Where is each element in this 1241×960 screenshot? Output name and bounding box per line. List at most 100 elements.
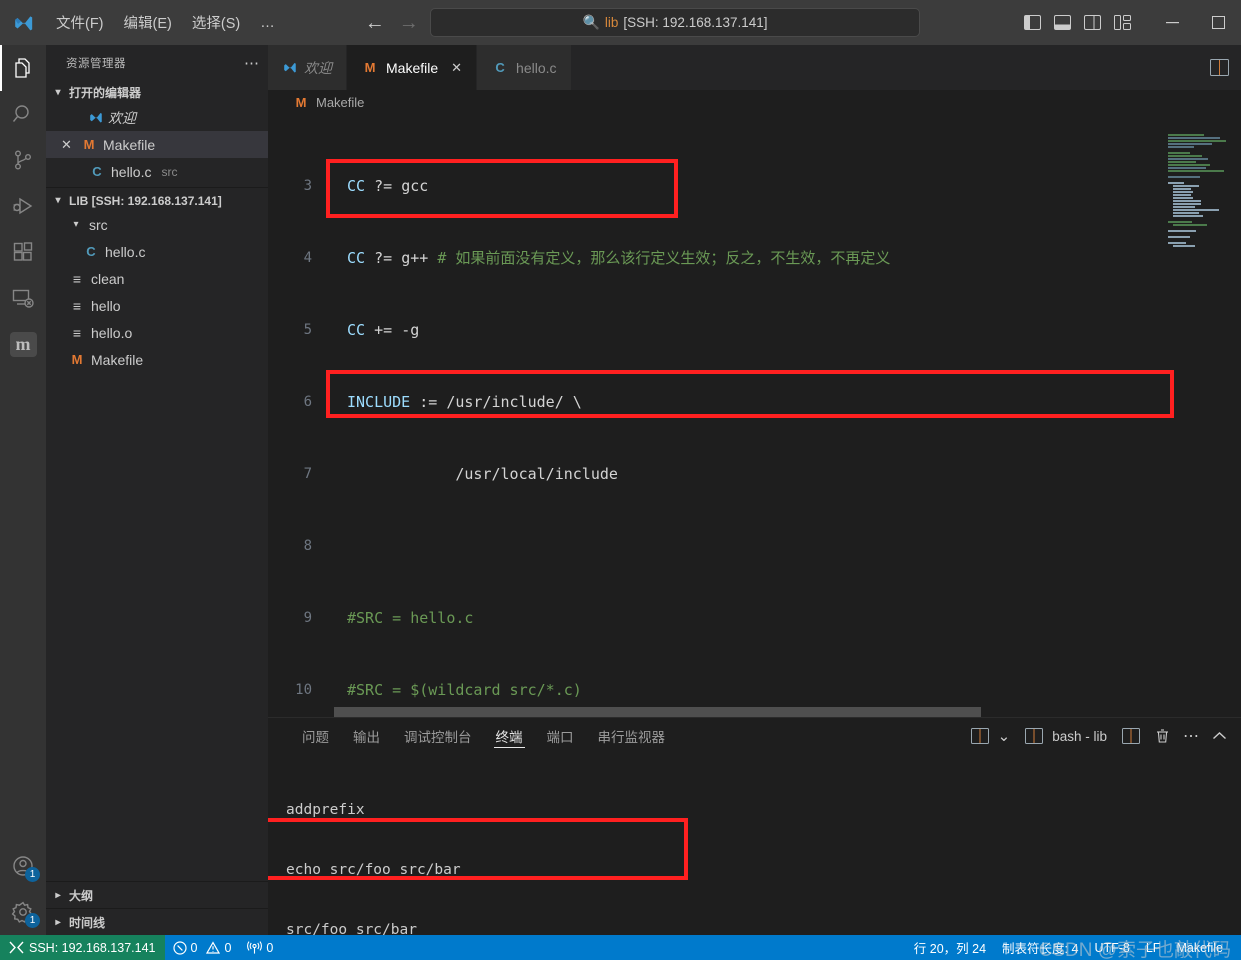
status-eol[interactable]: LF xyxy=(1138,935,1169,960)
navigation-arrows: ← → xyxy=(365,13,419,33)
toggle-primary-sidebar-icon[interactable] xyxy=(1024,15,1041,30)
activity-item-extensions[interactable] xyxy=(0,229,46,275)
panel-actions: ⌄ bash - lib ⋯ xyxy=(970,726,1241,746)
menu-file[interactable]: 文件(F) xyxy=(46,8,114,37)
tab-close-icon[interactable]: ✕ xyxy=(451,60,462,76)
bottom-panel: 问题 输出 调试控制台 终端 端口 串行监视器 ⌄ bash - lib ⋯ a… xyxy=(268,717,1241,935)
status-language-mode[interactable]: Makefile xyxy=(1168,935,1231,960)
code-editor[interactable]: 3 CC ?= gcc 4 CC ?= g++ # 如果前面没有定义，那么该行定义生… xyxy=(268,114,1241,717)
window-minimize-button[interactable] xyxy=(1149,0,1195,45)
section-open-editors[interactable]: ▾ 打开的编辑器 xyxy=(46,80,268,104)
panel-tab-ports[interactable]: 端口 xyxy=(535,718,586,754)
panel-more-actions-icon[interactable]: ⋯ xyxy=(1183,726,1199,746)
vscode-icon xyxy=(88,110,103,125)
open-editor-sub: src xyxy=(161,164,178,179)
toggle-secondary-sidebar-icon[interactable] xyxy=(1084,15,1101,30)
new-terminal-icon[interactable] xyxy=(970,728,989,744)
workbench-body: m 1 1 资源管理器 ⋯ ▾ 打开的编辑器 欢迎 ✕ M Makefile C… xyxy=(0,45,1241,935)
panel-tab-debug-console[interactable]: 调试控制台 xyxy=(392,718,484,754)
customize-layout-icon[interactable] xyxy=(1114,15,1131,30)
activity-item-search[interactable] xyxy=(0,91,46,137)
breadcrumb[interactable]: M Makefile xyxy=(268,90,1241,114)
panel-tab-output[interactable]: 输出 xyxy=(341,718,392,754)
menu-selection[interactable]: 选择(S) xyxy=(182,8,250,37)
new-terminal-dropdown-icon[interactable]: ⌄ xyxy=(998,727,1011,745)
go-forward-icon[interactable]: → xyxy=(399,13,419,33)
split-editor-right-icon[interactable] xyxy=(1210,59,1229,76)
editor-group: 欢迎 M Makefile ✕ C hello.c M Makefile 3 C… xyxy=(268,45,1241,935)
activity-item-manage[interactable]: 1 xyxy=(0,889,46,935)
tree-item-label: hello xyxy=(91,297,121,314)
makefile-icon: M xyxy=(83,137,95,152)
open-editor-label: hello.c xyxy=(111,163,152,180)
status-problems[interactable]: 0 0 xyxy=(165,935,240,960)
go-back-icon[interactable]: ← xyxy=(365,13,385,33)
terminal-instance-label[interactable]: bash - lib xyxy=(1052,729,1107,744)
tree-item-hello[interactable]: ≡ hello xyxy=(46,292,268,319)
warning-icon xyxy=(206,940,221,955)
kill-terminal-icon[interactable] xyxy=(1155,728,1170,744)
close-icon[interactable]: ✕ xyxy=(58,137,75,153)
menu-more[interactable]: … xyxy=(250,11,285,35)
open-editor-welcome[interactable]: 欢迎 xyxy=(46,104,268,131)
tab-makefile[interactable]: M Makefile ✕ xyxy=(347,45,478,90)
status-encoding[interactable]: UTF-8 xyxy=(1086,935,1137,960)
code-line: 8 xyxy=(303,538,312,554)
terminal-output[interactable]: addprefix echo src/foo src/bar src/foo s… xyxy=(268,754,1241,935)
status-right-group: 行 20，列 24 制表符长度: 4 UTF-8 LF Makefile xyxy=(906,935,1241,960)
split-terminal-icon[interactable] xyxy=(1122,728,1140,744)
file-icon: ≡ xyxy=(72,297,82,314)
command-center-search[interactable]: 🔍 lib [SSH: 192.168.137.141] xyxy=(430,8,920,37)
section-outline[interactable]: ▸ 大纲 xyxy=(46,881,268,908)
tree-item-makefile[interactable]: M Makefile xyxy=(46,346,268,373)
tree-item-hello-c[interactable]: C hello.c xyxy=(46,238,268,265)
tree-item-label: Makefile xyxy=(91,351,144,368)
activity-item-run-and-debug[interactable] xyxy=(0,183,46,229)
error-icon xyxy=(172,940,187,955)
editor-minimap[interactable] xyxy=(1163,114,1227,717)
tree-item-clean[interactable]: ≡ clean xyxy=(46,265,268,292)
tree-item-src[interactable]: ▾ src xyxy=(46,211,268,238)
section-timeline[interactable]: ▸ 时间线 xyxy=(46,908,268,935)
menu-edit[interactable]: 编辑(E) xyxy=(114,8,182,37)
editor-tabs: 欢迎 M Makefile ✕ C hello.c xyxy=(268,45,1241,90)
activity-item-platformio[interactable]: m xyxy=(0,321,46,367)
code-line: 5 CC += -g xyxy=(303,321,420,339)
open-editor-helloc[interactable]: C hello.c src xyxy=(46,158,268,185)
status-ports[interactable]: 0 xyxy=(239,935,281,960)
activity-item-source-control[interactable] xyxy=(0,137,46,183)
search-icon: 🔍 xyxy=(582,14,600,30)
tab-hello-c[interactable]: C hello.c xyxy=(477,45,572,90)
sidebar-more-actions-icon[interactable]: ⋯ xyxy=(244,54,260,72)
tab-welcome[interactable]: 欢迎 xyxy=(268,45,347,90)
open-editor-makefile[interactable]: ✕ M Makefile xyxy=(46,131,268,158)
open-editor-label: 欢迎 xyxy=(108,109,136,126)
tree-item-label: hello.c xyxy=(105,243,146,260)
panel-tab-problems[interactable]: 问题 xyxy=(290,718,341,754)
terminal-instance-icon[interactable] xyxy=(1025,728,1044,744)
activity-item-remote-explorer[interactable] xyxy=(0,275,46,321)
toggle-panel-icon[interactable] xyxy=(1054,15,1071,30)
tree-item-hello-o[interactable]: ≡ hello.o xyxy=(46,319,268,346)
code-line: 7 /usr/local/include xyxy=(303,465,618,483)
panel-tab-serial-monitor[interactable]: 串行监视器 xyxy=(586,718,678,754)
code-content: 3 CC ?= gcc 4 CC ?= g++ # 如果前面没有定义，那么该行定义生… xyxy=(268,114,1241,717)
terminal-line: src/foo src/bar xyxy=(286,922,417,935)
activity-item-accounts[interactable]: 1 xyxy=(0,843,46,889)
status-remote-host[interactable]: SSH: 192.168.137.141 xyxy=(0,935,165,960)
hide-panel-icon[interactable] xyxy=(1212,731,1227,741)
window-maximize-button[interactable] xyxy=(1195,0,1241,45)
terminal-line: echo src/foo src/bar xyxy=(286,862,461,878)
editor-horizontal-scrollbar[interactable] xyxy=(334,707,1163,717)
chevron-down-icon: ▾ xyxy=(73,219,79,230)
status-cursor-position[interactable]: 行 20，列 24 xyxy=(906,935,994,960)
editor-vertical-scrollbar[interactable] xyxy=(1227,114,1241,717)
chevron-down-icon: ▾ xyxy=(55,86,61,98)
search-value: [SSH: 192.168.137.141] xyxy=(623,15,768,30)
status-indent-size[interactable]: 制表符长度: 4 xyxy=(994,935,1086,960)
activity-bar: m 1 1 xyxy=(0,45,46,935)
tab-label: Makefile xyxy=(386,59,439,76)
panel-tab-terminal[interactable]: 终端 xyxy=(484,718,535,754)
activity-item-explorer[interactable] xyxy=(0,45,46,91)
section-workspace[interactable]: ▾ LIB [SSH: 192.168.137.141] xyxy=(46,187,268,211)
